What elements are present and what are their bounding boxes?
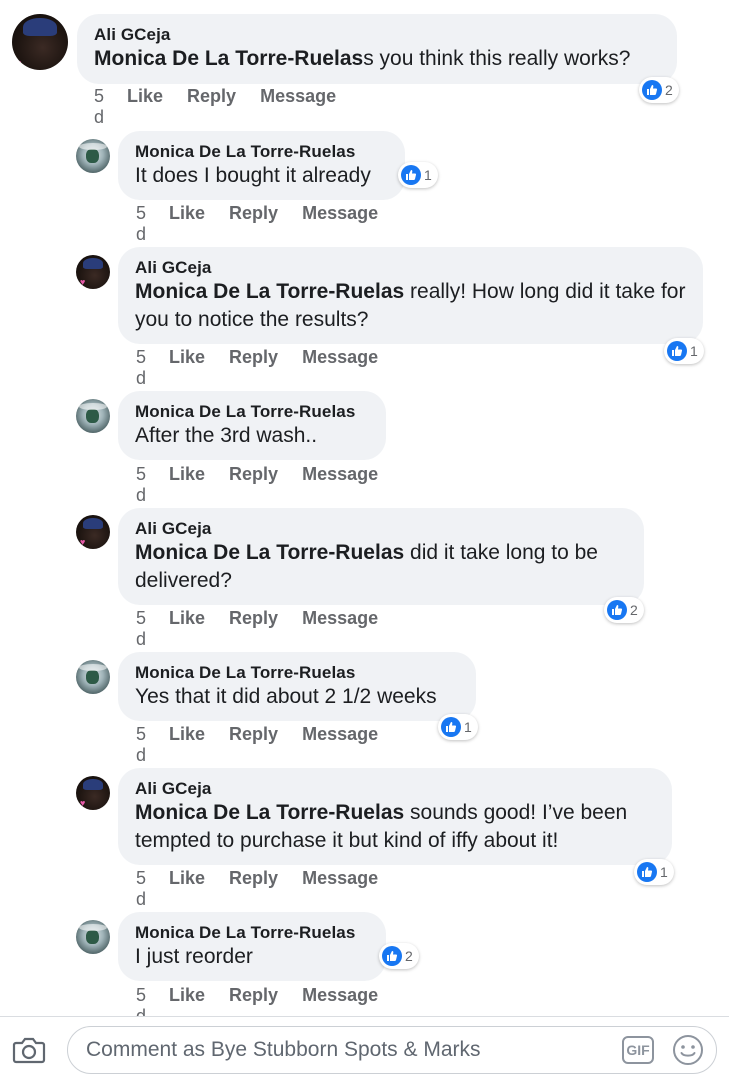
comment-timestamp[interactable]: 5 d <box>136 724 146 766</box>
message-button[interactable]: Message <box>302 464 378 506</box>
comment-timestamp[interactable]: 5 d <box>136 203 146 245</box>
comment-author[interactable]: Ali GCeja <box>135 257 687 278</box>
reaction-number: 2 <box>665 82 673 98</box>
like-button[interactable]: Like <box>169 724 205 766</box>
avatar[interactable] <box>76 776 110 810</box>
comment-bubble: Ali GCeja Monica De La Torre-Ruelass you… <box>77 14 677 84</box>
message-button[interactable]: Message <box>302 608 378 650</box>
reply-button[interactable]: Reply <box>229 464 278 506</box>
message-button[interactable]: Message <box>302 347 378 389</box>
reply-button[interactable]: Reply <box>229 203 278 245</box>
reaction-number: 2 <box>405 948 413 964</box>
reply-button[interactable]: Reply <box>229 347 278 389</box>
comment-bubble: Monica De La Torre-Ruelas After the 3rd … <box>118 391 386 460</box>
reaction-number: 1 <box>660 864 668 880</box>
thumbs-up-icon <box>637 862 657 882</box>
avatar[interactable] <box>76 399 110 433</box>
comment-actions: 5 d Like Reply Message <box>136 464 402 506</box>
emoji-icon[interactable] <box>672 1034 704 1066</box>
comment-timestamp[interactable]: 5 d <box>136 608 146 650</box>
like-button[interactable]: Like <box>169 464 205 506</box>
comment-timestamp[interactable]: 5 d <box>136 347 146 389</box>
like-button[interactable]: Like <box>169 608 205 650</box>
thumbs-up-icon <box>441 717 461 737</box>
mention-link[interactable]: Monica De La Torre-Ruelas <box>94 47 363 70</box>
avatar[interactable] <box>76 255 110 289</box>
mention-link[interactable]: Monica De La Torre-Ruelas <box>135 541 404 564</box>
avatar[interactable] <box>76 660 110 694</box>
like-button[interactable]: Like <box>169 347 205 389</box>
comment-timestamp[interactable]: 5 d <box>136 464 146 506</box>
message-button[interactable]: Message <box>302 203 378 245</box>
reaction-count[interactable]: 2 <box>604 597 644 623</box>
comment-author[interactable]: Monica De La Torre-Ruelas <box>135 141 389 162</box>
thumbs-up-icon <box>642 80 662 100</box>
comment-actions: 5 d Like Reply Message <box>94 86 360 128</box>
comment-timestamp[interactable]: 5 d <box>136 868 146 910</box>
thumbs-up-icon <box>667 341 687 361</box>
comment-text: Yes that it did about 2 1/2 weeks <box>135 685 437 708</box>
avatar[interactable] <box>76 920 110 954</box>
comment-text: Monica De La Torre-Ruelass you think thi… <box>94 45 661 73</box>
reaction-count[interactable]: 1 <box>634 859 674 885</box>
reply-button[interactable]: Reply <box>229 724 278 766</box>
avatar[interactable] <box>12 14 68 70</box>
thumbs-up-icon <box>382 946 402 966</box>
comment-bubble: Monica De La Torre-Ruelas It does I boug… <box>118 131 405 200</box>
comment-author[interactable]: Monica De La Torre-Ruelas <box>135 401 370 422</box>
like-button[interactable]: Like <box>169 868 205 910</box>
comment-text: Monica De La Torre-Ruelas really! How lo… <box>135 278 687 334</box>
comment-actions: 5 d Like Reply Message <box>136 724 402 766</box>
reaction-number: 1 <box>690 343 698 359</box>
camera-icon[interactable] <box>12 1035 46 1065</box>
comment-actions: 5 d Like Reply Message <box>136 347 402 389</box>
comment-text: I just reorder <box>135 945 253 968</box>
message-button[interactable]: Message <box>260 86 336 128</box>
like-button[interactable]: Like <box>127 86 163 128</box>
comment-composer-bar: Comment as Bye Stubborn Spots & Marks GI… <box>0 1016 729 1080</box>
mention-link[interactable]: Monica De La Torre-Ruelas <box>135 280 404 303</box>
comment-text: After the 3rd wash.. <box>135 424 318 447</box>
comment-actions: 5 d Like Reply Message <box>136 608 402 650</box>
comment-actions: 5 d Like Reply Message <box>136 868 402 910</box>
comment-author[interactable]: Ali GCeja <box>135 518 628 539</box>
comment-input[interactable]: Comment as Bye Stubborn Spots & Marks <box>67 1026 717 1074</box>
comment-author[interactable]: Monica De La Torre-Ruelas <box>135 922 370 943</box>
comment-body: s you think this really works? <box>363 47 631 70</box>
reply-button[interactable]: Reply <box>187 86 236 128</box>
comment-text: Monica De La Torre-Ruelas did it take lo… <box>135 539 628 595</box>
reaction-number: 2 <box>630 602 638 618</box>
reaction-number: 1 <box>464 719 472 735</box>
like-button[interactable]: Like <box>169 203 205 245</box>
comment-bubble: Monica De La Torre-Ruelas Yes that it di… <box>118 652 476 721</box>
comment-text: Monica De La Torre-Ruelas sounds good! I… <box>135 799 656 855</box>
thumbs-up-icon <box>607 600 627 620</box>
gif-button[interactable]: GIF <box>622 1036 654 1064</box>
reaction-count[interactable]: 2 <box>379 943 419 969</box>
thumbs-up-icon <box>401 165 421 185</box>
avatar[interactable] <box>76 515 110 549</box>
comment-bubble: Ali GCeja Monica De La Torre-Ruelas soun… <box>118 768 672 865</box>
message-button[interactable]: Message <box>302 868 378 910</box>
reply-button[interactable]: Reply <box>229 608 278 650</box>
comment-bubble: Monica De La Torre-Ruelas I just reorder <box>118 912 386 981</box>
reaction-count[interactable]: 1 <box>664 338 704 364</box>
comment-author[interactable]: Ali GCeja <box>94 24 661 45</box>
comment-author[interactable]: Monica De La Torre-Ruelas <box>135 662 460 683</box>
reaction-number: 1 <box>424 167 432 183</box>
comment-author[interactable]: Ali GCeja <box>135 778 656 799</box>
reaction-count[interactable]: 2 <box>639 77 679 103</box>
comment-bubble: Ali GCeja Monica De La Torre-Ruelas did … <box>118 508 644 605</box>
mention-link[interactable]: Monica De La Torre-Ruelas <box>135 801 404 824</box>
comment-actions: 5 d Like Reply Message <box>136 203 402 245</box>
reaction-count[interactable]: 1 <box>438 714 478 740</box>
reply-button[interactable]: Reply <box>229 868 278 910</box>
comment-text: It does I bought it already <box>135 164 371 187</box>
message-button[interactable]: Message <box>302 724 378 766</box>
comment-bubble: Ali GCeja Monica De La Torre-Ruelas real… <box>118 247 703 344</box>
comment-timestamp[interactable]: 5 d <box>94 86 104 128</box>
avatar[interactable] <box>76 139 110 173</box>
reaction-count[interactable]: 1 <box>398 162 438 188</box>
